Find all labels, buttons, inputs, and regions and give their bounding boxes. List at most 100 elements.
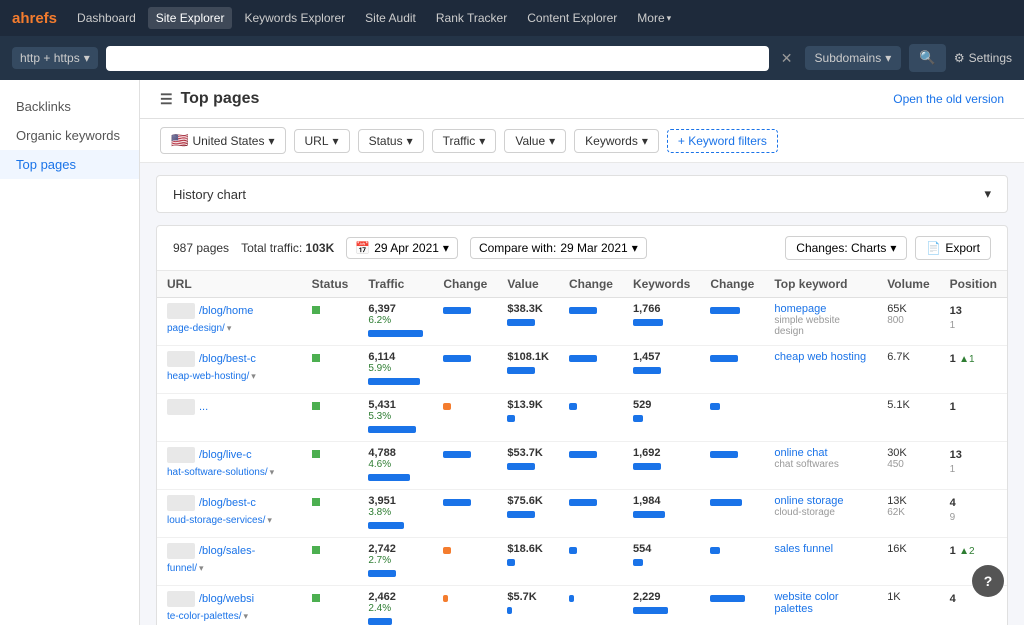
cell-top-keyword: cheap web hosting xyxy=(764,346,877,394)
clear-button[interactable]: ✕ xyxy=(777,50,797,67)
old-version-link[interactable]: Open the old version xyxy=(893,92,1004,106)
search-icon: 🔍 xyxy=(919,50,936,65)
changes-charts-button[interactable]: Changes: Charts ▾ xyxy=(785,236,907,260)
traffic-filter[interactable]: Traffic ▾ xyxy=(432,129,497,153)
table-row: /blog/websi te-color-palettes/ ▾ 2,462 2… xyxy=(157,586,1007,625)
table-row: /blog/live-c hat-software-solutions/ ▾ 4… xyxy=(157,442,1007,490)
cell-position: 131 xyxy=(940,442,1007,490)
cell-traffic: 6,114 5.9% xyxy=(358,346,433,394)
export-button[interactable]: 📄 Export xyxy=(915,236,991,260)
cell-value: $53.7K xyxy=(497,442,559,490)
cell-change-keywords xyxy=(700,490,764,538)
url-path-link[interactable]: /blog/best-c xyxy=(199,353,256,365)
chevron-down-icon: ▾ xyxy=(443,241,449,255)
nav-site-explorer[interactable]: Site Explorer xyxy=(148,7,233,29)
cell-volume: 65K 800 xyxy=(877,298,939,346)
add-keyword-filter[interactable]: + Keyword filters xyxy=(667,129,778,153)
chevron-down-icon[interactable]: ▾ xyxy=(199,563,204,574)
sidebar-item-top-pages[interactable]: Top pages xyxy=(0,150,139,179)
url-path-link[interactable]: ... xyxy=(199,401,208,413)
cell-change-traffic xyxy=(433,442,497,490)
chevron-down-icon: ▾ xyxy=(632,241,638,255)
nav-dashboard[interactable]: Dashboard xyxy=(69,7,144,29)
col-volume: Volume xyxy=(877,271,939,298)
nav-keywords-explorer[interactable]: Keywords Explorer xyxy=(236,7,353,29)
cell-traffic: 3,951 3.8% xyxy=(358,490,433,538)
ahrefs-logo: ahrefs xyxy=(12,10,57,27)
chevron-down-icon: ▾ xyxy=(479,134,485,148)
col-change-1: Change xyxy=(433,271,497,298)
chevron-down-icon: ▾ xyxy=(268,134,274,148)
keywords-filter[interactable]: Keywords ▾ xyxy=(574,129,659,153)
page-header: ☰ Top pages Open the old version xyxy=(140,80,1024,119)
help-button[interactable]: ? xyxy=(972,565,1004,597)
cell-traffic: 5,431 5.3% xyxy=(358,394,433,442)
table-row: /blog/best-c heap-web-hosting/ ▾ 6,114 5… xyxy=(157,346,1007,394)
cell-status xyxy=(302,538,359,586)
nav-content-explorer[interactable]: Content Explorer xyxy=(519,7,625,29)
chevron-down-icon: ▾ xyxy=(642,134,648,148)
url-path-link[interactable]: /blog/sales- xyxy=(199,545,255,557)
col-change-3: Change xyxy=(700,271,764,298)
calendar-icon: 📅 xyxy=(355,241,370,255)
menu-icon[interactable]: ☰ xyxy=(160,91,173,108)
date-picker[interactable]: 📅 29 Apr 2021 ▾ xyxy=(346,237,458,259)
history-chart-toggle[interactable]: History chart ▾ xyxy=(157,176,1007,212)
cell-url: /blog/home page-design/ ▾ xyxy=(157,298,302,346)
cell-volume: 5.1K xyxy=(877,394,939,442)
url-path-link[interactable]: /blog/home xyxy=(199,305,253,317)
cell-value: $5.7K xyxy=(497,586,559,625)
chevron-down-icon: ▾ xyxy=(984,186,991,202)
subdomains-selector[interactable]: Subdomains ▾ xyxy=(805,46,902,70)
nav-site-audit[interactable]: Site Audit xyxy=(357,7,424,29)
url-path-link[interactable]: /blog/websi xyxy=(199,593,254,605)
cell-top-keyword: online chat chat softwares xyxy=(764,442,877,490)
cell-position: 49 xyxy=(940,490,1007,538)
cell-status xyxy=(302,346,359,394)
nav-more[interactable]: More ▾ xyxy=(629,7,679,29)
settings-button[interactable]: ⚙ Settings xyxy=(954,51,1012,65)
status-filter[interactable]: Status ▾ xyxy=(358,129,424,153)
table-section: 987 pages Total traffic: 103K 📅 29 Apr 2… xyxy=(156,225,1008,625)
protocol-selector[interactable]: http + https ▾ xyxy=(12,47,98,69)
url-path-link[interactable]: /blog/best-c xyxy=(199,497,256,509)
main-content: ☰ Top pages Open the old version 🇺🇸 Unit… xyxy=(140,80,1024,625)
chevron-down-icon[interactable]: ▾ xyxy=(227,323,232,334)
chevron-down-icon: ▾ xyxy=(890,241,896,255)
cell-keywords: 1,457 xyxy=(623,346,700,394)
chevron-down-icon: ▾ xyxy=(407,134,413,148)
cell-top-keyword: homepage simple website design xyxy=(764,298,877,346)
cell-status xyxy=(302,490,359,538)
cell-traffic: 4,788 4.6% xyxy=(358,442,433,490)
cell-url: /blog/best-c loud-storage-services/ ▾ xyxy=(157,490,302,538)
cell-traffic: 6,397 6.2% xyxy=(358,298,433,346)
sidebar-item-backlinks[interactable]: Backlinks xyxy=(0,92,139,121)
chevron-down-icon[interactable]: ▾ xyxy=(267,515,272,526)
cell-change-keywords xyxy=(700,442,764,490)
url-input[interactable] xyxy=(106,46,769,71)
chevron-down-icon[interactable]: ▾ xyxy=(270,467,275,478)
compare-picker[interactable]: Compare with: 29 Mar 2021 ▾ xyxy=(470,237,647,259)
value-filter[interactable]: Value ▾ xyxy=(504,129,566,153)
top-navigation: ahrefs Dashboard Site Explorer Keywords … xyxy=(0,0,1024,36)
url-path-link[interactable]: /blog/live-c xyxy=(199,449,252,461)
cell-top-keyword: sales funnel xyxy=(764,538,877,586)
cell-change-keywords xyxy=(700,586,764,625)
chevron-down-icon[interactable]: ▾ xyxy=(251,371,256,382)
cell-change-traffic xyxy=(433,394,497,442)
cell-keywords: 1,692 xyxy=(623,442,700,490)
cell-volume: 13K 62K xyxy=(877,490,939,538)
chevron-down-icon: ▾ xyxy=(333,134,339,148)
nav-rank-tracker[interactable]: Rank Tracker xyxy=(428,7,515,29)
history-chart-section: History chart ▾ xyxy=(156,175,1008,213)
search-button[interactable]: 🔍 xyxy=(909,44,946,72)
cell-status xyxy=(302,442,359,490)
cell-volume: 16K xyxy=(877,538,939,586)
sidebar-item-organic-keywords[interactable]: Organic keywords xyxy=(0,121,139,150)
page-title: Top pages xyxy=(181,90,260,108)
cell-top-keyword: online storage cloud-storage xyxy=(764,490,877,538)
cell-change-keywords xyxy=(700,346,764,394)
country-filter[interactable]: 🇺🇸 United States ▾ xyxy=(160,127,286,154)
url-filter[interactable]: URL ▾ xyxy=(294,129,350,153)
col-value: Value xyxy=(497,271,559,298)
